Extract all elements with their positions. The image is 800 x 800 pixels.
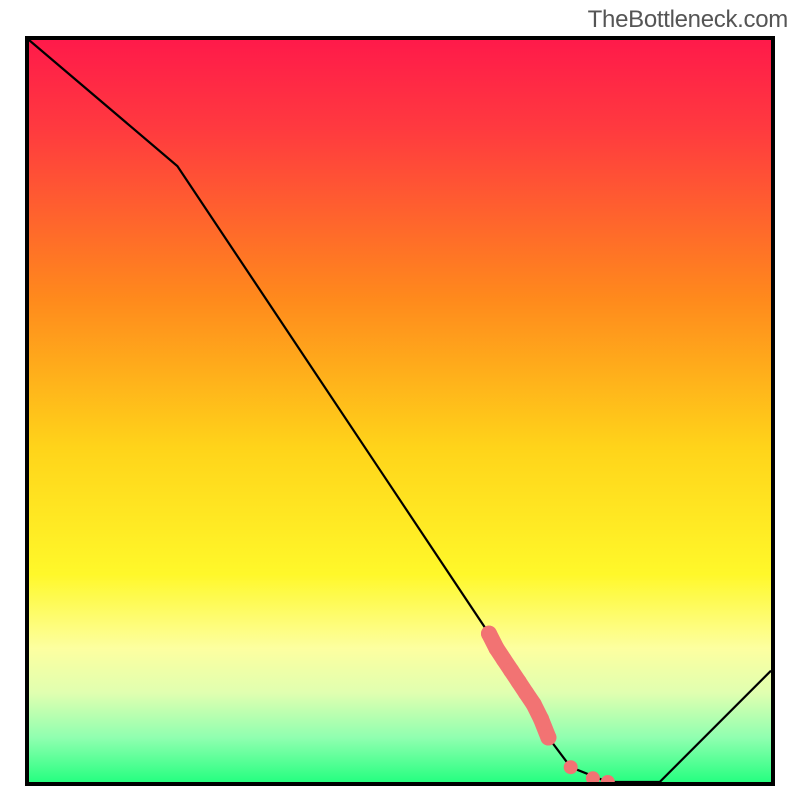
highlight-dot xyxy=(564,760,578,774)
watermark-text: TheBottleneck.com xyxy=(588,6,788,34)
plot-area xyxy=(29,40,771,782)
chart-container: TheBottleneck.com xyxy=(0,0,800,800)
highlight-dot xyxy=(481,626,497,642)
highlight-dot xyxy=(540,730,556,746)
plot-svg xyxy=(29,40,771,782)
gradient-background xyxy=(29,40,771,782)
highlight-dot xyxy=(533,711,549,727)
highlight-dot xyxy=(526,696,542,712)
